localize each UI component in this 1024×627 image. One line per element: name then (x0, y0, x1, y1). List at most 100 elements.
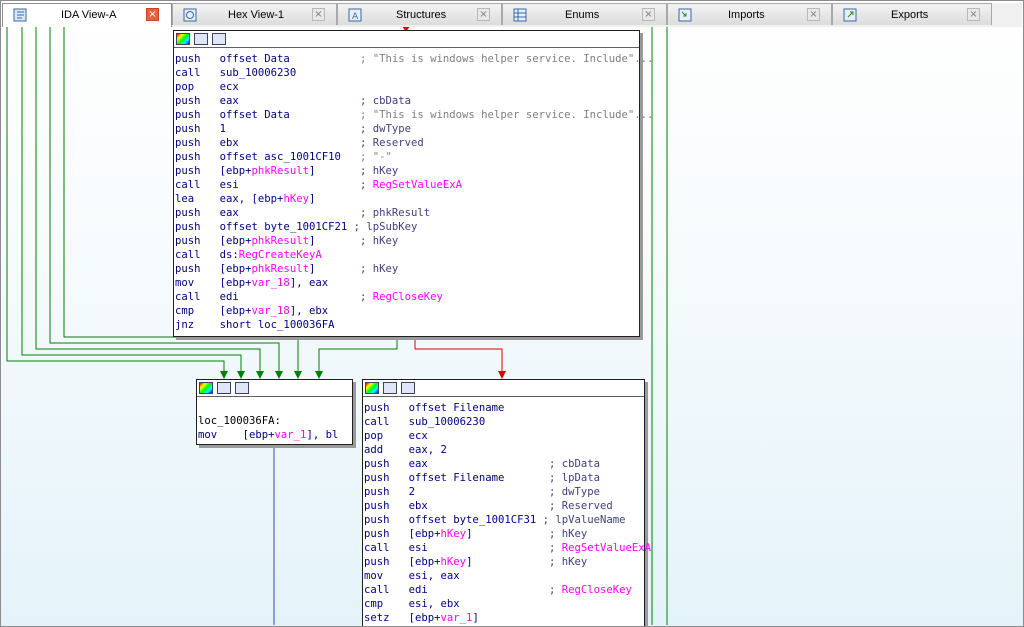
asm-mnemonic: push (364, 458, 390, 470)
code-block-loc-100036fa[interactable]: loc_100036FA: mov [ebp+var_1], bl (196, 379, 353, 445)
asm-operand: sub_10006230 (219, 67, 297, 79)
asm-comment: ; hKey (549, 556, 588, 568)
asm-line[interactable]: mov [ebp+var_1], bl (198, 428, 338, 442)
asm-line[interactable]: push offset Filename ; lpData (364, 471, 600, 485)
arrow-head (237, 371, 245, 379)
tab-enums[interactable]: Enums × (502, 3, 667, 25)
asm-line[interactable]: push 2 ; dwType (364, 485, 600, 499)
asm-operand: offset Filename (408, 402, 505, 414)
asm-line[interactable]: setz [ebp+var_1] (364, 611, 479, 625)
asm-line[interactable]: pop ecx (364, 429, 428, 443)
asm-operand: esi (219, 179, 239, 191)
asm-operand: [ebp+hKey] (408, 528, 473, 540)
asm-line[interactable]: push offset asc_1001CF10 ; "-" (175, 150, 392, 164)
tab-ida-view-a[interactable]: IDA View-A × (2, 3, 172, 27)
asm-line[interactable]: add eax, 2 (364, 443, 447, 457)
color-icon[interactable] (365, 382, 379, 394)
asm-mnemonic: push (175, 137, 201, 149)
asm-line[interactable]: call edi ; RegCloseKey (175, 290, 443, 304)
asm-comment: ; dwType (359, 123, 412, 135)
asm-line[interactable]: push eax ; cbData (175, 94, 411, 108)
asm-line[interactable]: cmp [ebp+var_18], ebx (175, 304, 328, 318)
asm-operand: offset byte_1001CF21 (219, 221, 348, 233)
asm-mnemonic: setz (364, 612, 390, 624)
tab-imports[interactable]: Imports × (667, 3, 832, 25)
edit-icon[interactable] (217, 382, 231, 394)
asm-mnemonic: push (364, 514, 390, 526)
asm-operand: [ebp+hKey] (408, 556, 473, 568)
enums-icon (513, 7, 528, 22)
asm-line[interactable]: push 1 ; dwType (175, 122, 411, 136)
code-block-main[interactable]: push offset Data ; "This is windows help… (173, 30, 653, 337)
close-icon[interactable]: × (312, 8, 325, 21)
asm-line[interactable]: push offset Data ; "This is windows help… (175, 108, 653, 122)
asm-mnemonic: push (175, 263, 201, 275)
asm-operand: offset Data (219, 53, 290, 65)
graph-icon[interactable] (235, 382, 249, 394)
close-icon[interactable]: × (807, 8, 820, 21)
asm-comment: ; phkResult (359, 207, 431, 219)
asm-line[interactable]: call sub_10006230 (175, 66, 296, 80)
asm-line[interactable]: call sub_10006230 (364, 415, 485, 429)
asm-operand: eax (219, 95, 239, 107)
asm-comment: ; hKey (360, 235, 399, 247)
asm-mnemonic: push (364, 528, 390, 540)
edge-true (318, 337, 398, 372)
asm-mnemonic: push (175, 207, 201, 219)
asm-line[interactable]: cmp esi, ebx (364, 597, 460, 611)
asm-mnemonic: push (364, 556, 390, 568)
close-icon[interactable]: × (146, 8, 159, 21)
asm-operand: [ebp+var_1], bl (242, 429, 339, 441)
asm-comment: ; lpValueName (542, 514, 626, 526)
asm-line[interactable]: call ds:RegCreateKeyA (175, 248, 322, 262)
asm-line[interactable]: push [ebp+hKey] ; hKey (364, 527, 587, 541)
asm-line[interactable]: pop ecx (175, 80, 239, 94)
asm-line[interactable]: call esi ; RegSetValueExA (364, 541, 651, 555)
asm-operand: 2 (408, 486, 416, 498)
asm-mnemonic: pop (364, 430, 384, 442)
graph-icon[interactable] (212, 33, 226, 45)
asm-line[interactable]: mov esi, eax (364, 569, 460, 583)
code-block-set-filename[interactable]: push offset Filename call sub_10006230 pop… (362, 379, 651, 626)
asm-line[interactable]: push offset byte_1001CF31 ; lpValueName (364, 513, 626, 527)
asm-line[interactable]: push [ebp+hKey] ; hKey (364, 555, 587, 569)
close-icon[interactable]: × (477, 8, 490, 21)
asm-line[interactable]: jnz short loc_100036FA (175, 318, 334, 332)
close-icon[interactable]: × (967, 8, 980, 21)
imports-icon (678, 7, 693, 22)
asm-mnemonic: mov (364, 570, 384, 582)
graph-icon[interactable] (401, 382, 415, 394)
asm-line[interactable]: push ebx ; Reserved (364, 499, 613, 513)
asm-mnemonic: mov (175, 277, 195, 289)
asm-line[interactable]: push [ebp+phkResult] ; hKey (175, 234, 398, 248)
asm-line[interactable]: push eax ; phkResult (175, 206, 430, 220)
tab-hex-view-1[interactable]: Hex View-1 × (172, 3, 337, 25)
graph-view[interactable]: push offset Data ; "This is windows help… (2, 27, 1022, 626)
asm-mnemonic: push (175, 53, 201, 65)
asm-line[interactable]: push [ebp+phkResult] ; hKey (175, 164, 398, 178)
asm-operand: offset Data (219, 109, 290, 121)
color-icon[interactable] (199, 382, 213, 394)
asm-line[interactable]: mov [ebp+var_18], eax (175, 276, 328, 290)
asm-operand: edi (408, 584, 428, 596)
tab-structures[interactable]: A Structures × (337, 3, 502, 25)
asm-line[interactable]: push [ebp+phkResult] ; hKey (175, 262, 398, 276)
edit-icon[interactable] (194, 33, 208, 45)
asm-mnemonic: push (175, 221, 201, 233)
asm-line[interactable]: call edi ; RegCloseKey (364, 583, 632, 597)
block-header (363, 380, 644, 397)
asm-line[interactable]: push offset byte_1001CF21 ; lpSubKey (175, 220, 417, 234)
asm-line[interactable]: push offset Data ; "This is windows help… (175, 52, 653, 66)
asm-line[interactable]: call esi ; RegSetValueExA (175, 178, 462, 192)
asm-line[interactable]: push offset Filename (364, 401, 504, 415)
asm-line[interactable]: push eax ; cbData (364, 457, 600, 471)
asm-line[interactable]: lea eax, [ebp+hKey] (175, 192, 315, 206)
color-icon[interactable] (176, 33, 190, 45)
asm-operand: eax (219, 207, 239, 219)
asm-operand: [ebp+var_18], eax (219, 277, 329, 289)
tab-exports[interactable]: Exports × (832, 3, 992, 25)
asm-mnemonic: push (175, 109, 201, 121)
edit-icon[interactable] (383, 382, 397, 394)
close-icon[interactable]: × (642, 8, 655, 21)
asm-line[interactable]: push ebx ; Reserved (175, 136, 424, 150)
